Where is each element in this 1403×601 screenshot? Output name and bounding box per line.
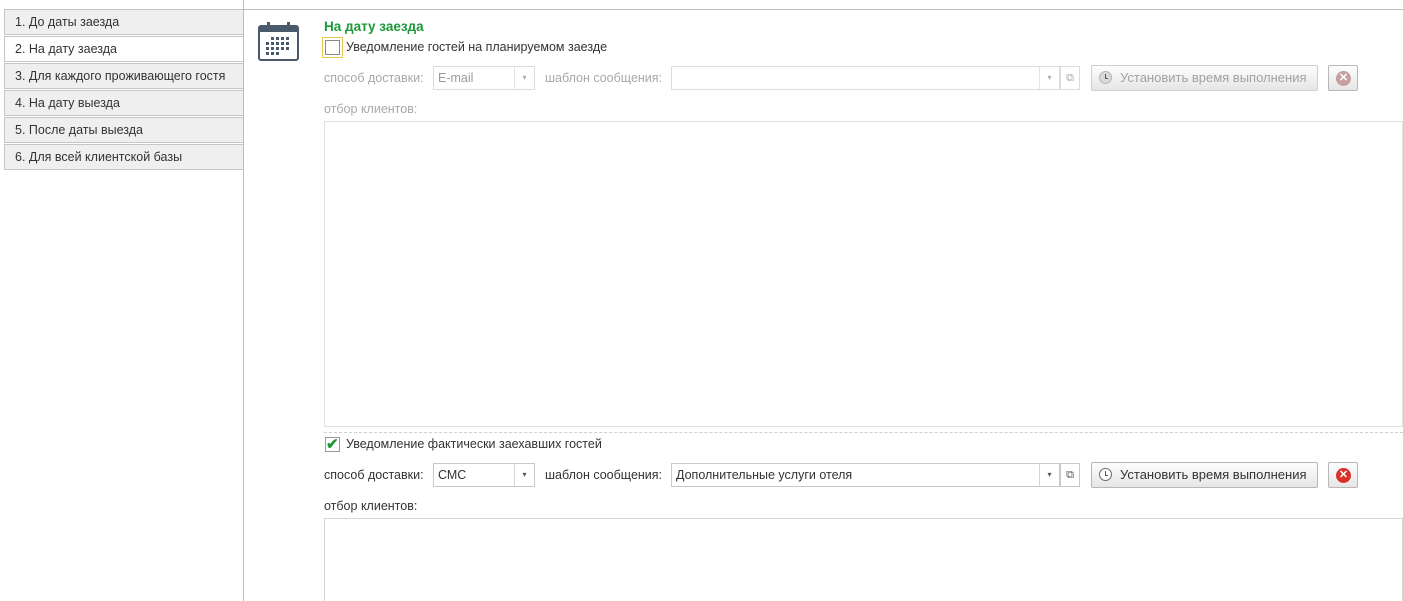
content-top-border: [243, 9, 1403, 10]
calendar-icon: [257, 20, 300, 62]
open-icon: ⧉: [1066, 72, 1074, 84]
nav-item-each-guest[interactable]: 3. Для каждого проживающего гостя: [4, 63, 243, 89]
nav-item-label: 6. Для всей клиентской базы: [15, 150, 183, 164]
nav-item-label: 5. После даты выезда: [15, 123, 143, 137]
planned-template-label: шаблон сообщения:: [545, 71, 663, 85]
actual-template-value: Дополнительные услуги отеля: [676, 468, 853, 482]
section-divider: [324, 432, 1403, 433]
planned-delivery-value: E-mail: [438, 71, 474, 85]
dropdown-arrow-icon[interactable]: ▾: [514, 464, 534, 486]
nav-item-label: 4. На дату выезда: [15, 96, 120, 110]
section-title: На дату заезда: [324, 19, 424, 34]
planned-schedule-label: Установить время выполнения: [1120, 70, 1307, 85]
delete-icon: ✕: [1336, 71, 1351, 86]
clock-icon: [1099, 71, 1112, 84]
actual-notify-checkbox[interactable]: ✔: [325, 436, 340, 453]
planned-filter-label: отбор клиентов:: [324, 102, 418, 116]
actual-delivery-label: способ доставки:: [324, 468, 424, 482]
planned-delete-button[interactable]: ✕: [1328, 65, 1358, 91]
nav-item-checkout-date[interactable]: 4. На дату выезда: [4, 90, 243, 116]
actual-template-label: шаблон сообщения:: [545, 468, 663, 482]
delete-icon: ✕: [1336, 468, 1351, 483]
dropdown-arrow-icon[interactable]: ▾: [1039, 464, 1059, 486]
planned-schedule-button[interactable]: Установить время выполнения: [1091, 65, 1318, 91]
actual-delete-button[interactable]: ✕: [1328, 462, 1358, 488]
actual-delivery-value: СМС: [438, 468, 467, 482]
planned-notify-checkbox[interactable]: [322, 37, 343, 58]
planned-template-open-button[interactable]: ⧉: [1060, 66, 1080, 90]
actual-filter-area[interactable]: [324, 518, 1403, 601]
planned-filter-area[interactable]: [324, 121, 1403, 427]
planned-delivery-label: способ доставки:: [324, 71, 424, 85]
actual-delivery-select[interactable]: СМС ▾: [433, 463, 535, 487]
actual-template-open-button[interactable]: ⧉: [1060, 463, 1080, 487]
planned-notify-label: Уведомление гостей на планируемом заезде: [346, 40, 608, 54]
nav-item-checkin-date[interactable]: 2. На дату заезда: [4, 36, 243, 62]
clock-icon: [1099, 468, 1112, 481]
nav-item-label: 2. На дату заезда: [15, 42, 117, 56]
planned-delivery-select[interactable]: E-mail ▾: [433, 66, 535, 90]
nav-item-after-checkout[interactable]: 5. После даты выезда: [4, 117, 243, 143]
actual-filter-label: отбор клиентов:: [324, 499, 418, 513]
actual-notify-label: Уведомление фактически заехавших гостей: [346, 437, 602, 451]
sections-panel: 1. До даты заезда 2. На дату заезда 3. Д…: [0, 0, 244, 601]
actual-template-select[interactable]: Дополнительные услуги отеля ▾: [671, 463, 1060, 487]
planned-template-select[interactable]: ▾: [671, 66, 1060, 90]
actual-schedule-label: Установить время выполнения: [1120, 467, 1307, 482]
dropdown-arrow-icon[interactable]: ▾: [1039, 67, 1059, 89]
nav-item-before-checkin[interactable]: 1. До даты заезда: [4, 9, 243, 35]
nav-item-label: 3. Для каждого проживающего гостя: [15, 69, 226, 83]
nav-item-all-clients[interactable]: 6. Для всей клиентской базы: [4, 144, 243, 170]
actual-schedule-button[interactable]: Установить время выполнения: [1091, 462, 1318, 488]
dropdown-arrow-icon[interactable]: ▾: [514, 67, 534, 89]
nav-item-label: 1. До даты заезда: [15, 15, 120, 29]
open-icon: ⧉: [1066, 469, 1074, 481]
checkmark-icon: ✔: [326, 436, 339, 453]
